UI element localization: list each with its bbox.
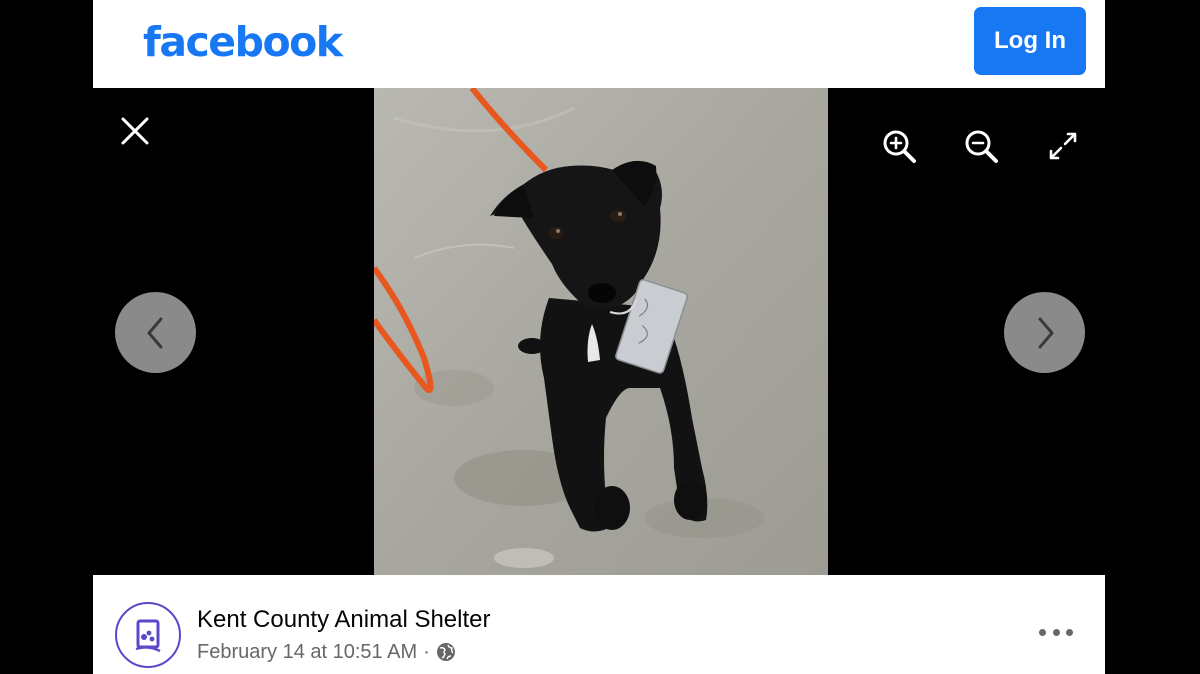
zoom-out-icon [965, 130, 998, 163]
post-timestamp[interactable]: February 14 at 10:51 AM [197, 639, 417, 665]
facebook-photo-viewer: facebook Log In Kent County Animal Shelt… [0, 0, 1200, 674]
meta-separator: · [423, 641, 430, 663]
facebook-logo[interactable]: facebook [143, 14, 343, 70]
page-avatar[interactable] [115, 602, 181, 668]
zoom-in-button[interactable] [879, 126, 919, 166]
chevron-left-icon [147, 317, 162, 348]
post-info-bar: Kent County Animal Shelter February 14 a… [93, 575, 1105, 674]
zoom-in-icon [883, 130, 916, 163]
fullscreen-button[interactable] [1043, 126, 1083, 166]
next-photo-button[interactable] [1004, 292, 1085, 373]
globe-icon [436, 643, 455, 661]
post-meta: February 14 at 10:51 AM · [197, 639, 456, 665]
expand-icon [1049, 132, 1077, 160]
close-icon [121, 117, 149, 145]
close-viewer-button[interactable] [117, 113, 153, 149]
more-options-icon [1039, 628, 1046, 636]
more-options-button[interactable] [1039, 623, 1073, 641]
log-in-button[interactable]: Log In [974, 7, 1086, 75]
dog-photo-illustration [374, 88, 828, 575]
zoom-out-button[interactable] [961, 126, 1001, 166]
chevron-right-icon [1038, 317, 1053, 348]
top-bar: facebook Log In [93, 0, 1105, 88]
photo-viewer [93, 88, 1105, 575]
previous-photo-button[interactable] [115, 292, 196, 373]
post-photo[interactable] [374, 88, 828, 575]
page-name-link[interactable]: Kent County Animal Shelter [197, 605, 491, 635]
shelter-logo-icon [135, 619, 161, 653]
